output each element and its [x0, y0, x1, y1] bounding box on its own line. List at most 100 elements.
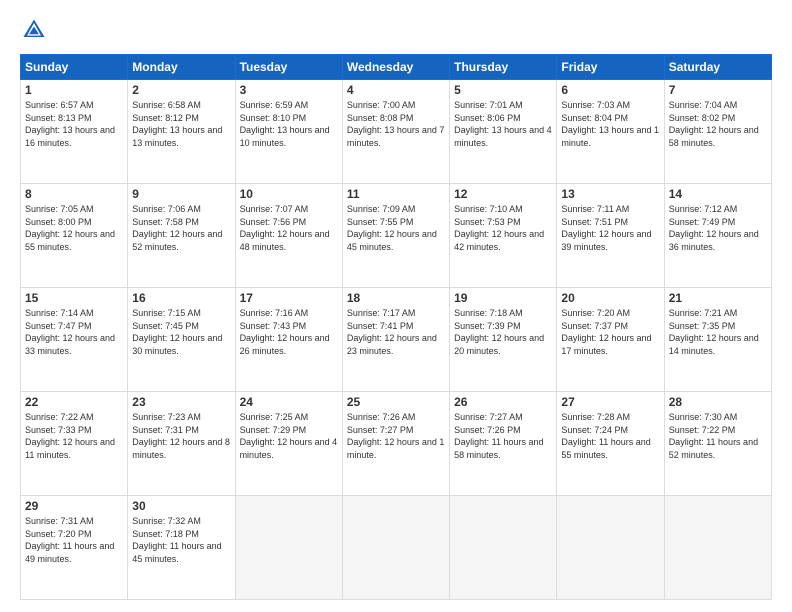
day-number: 25 [347, 395, 445, 409]
calendar-cell: 4 Sunrise: 7:00 AM Sunset: 8:08 PM Dayli… [342, 80, 449, 184]
calendar-cell: 21 Sunrise: 7:21 AM Sunset: 7:35 PM Dayl… [664, 288, 771, 392]
day-info: Sunrise: 7:18 AM Sunset: 7:39 PM Dayligh… [454, 307, 552, 357]
day-number: 29 [25, 499, 123, 513]
calendar-cell: 10 Sunrise: 7:07 AM Sunset: 7:56 PM Dayl… [235, 184, 342, 288]
header-friday: Friday [557, 55, 664, 80]
day-number: 28 [669, 395, 767, 409]
calendar-cell: 8 Sunrise: 7:05 AM Sunset: 8:00 PM Dayli… [21, 184, 128, 288]
calendar-cell: 29 Sunrise: 7:31 AM Sunset: 7:20 PM Dayl… [21, 496, 128, 600]
day-number: 27 [561, 395, 659, 409]
day-number: 13 [561, 187, 659, 201]
calendar-cell: 3 Sunrise: 6:59 AM Sunset: 8:10 PM Dayli… [235, 80, 342, 184]
calendar-table: Sunday Monday Tuesday Wednesday Thursday… [20, 54, 772, 600]
calendar-cell: 25 Sunrise: 7:26 AM Sunset: 7:27 PM Dayl… [342, 392, 449, 496]
calendar-cell: 17 Sunrise: 7:16 AM Sunset: 7:43 PM Dayl… [235, 288, 342, 392]
calendar-cell: 7 Sunrise: 7:04 AM Sunset: 8:02 PM Dayli… [664, 80, 771, 184]
day-number: 9 [132, 187, 230, 201]
day-number: 17 [240, 291, 338, 305]
logo [20, 16, 50, 44]
calendar-cell: 2 Sunrise: 6:58 AM Sunset: 8:12 PM Dayli… [128, 80, 235, 184]
day-info: Sunrise: 7:15 AM Sunset: 7:45 PM Dayligh… [132, 307, 230, 357]
calendar-cell: 24 Sunrise: 7:25 AM Sunset: 7:29 PM Dayl… [235, 392, 342, 496]
day-number: 20 [561, 291, 659, 305]
day-info: Sunrise: 7:27 AM Sunset: 7:26 PM Dayligh… [454, 411, 552, 461]
calendar-cell [235, 496, 342, 600]
calendar-cell: 18 Sunrise: 7:17 AM Sunset: 7:41 PM Dayl… [342, 288, 449, 392]
calendar-cell: 16 Sunrise: 7:15 AM Sunset: 7:45 PM Dayl… [128, 288, 235, 392]
calendar-cell: 15 Sunrise: 7:14 AM Sunset: 7:47 PM Dayl… [21, 288, 128, 392]
header-monday: Monday [128, 55, 235, 80]
day-number: 11 [347, 187, 445, 201]
day-number: 24 [240, 395, 338, 409]
day-info: Sunrise: 7:03 AM Sunset: 8:04 PM Dayligh… [561, 99, 659, 149]
day-info: Sunrise: 7:30 AM Sunset: 7:22 PM Dayligh… [669, 411, 767, 461]
day-info: Sunrise: 7:31 AM Sunset: 7:20 PM Dayligh… [25, 515, 123, 565]
header-sunday: Sunday [21, 55, 128, 80]
day-info: Sunrise: 7:22 AM Sunset: 7:33 PM Dayligh… [25, 411, 123, 461]
weekday-header-row: Sunday Monday Tuesday Wednesday Thursday… [21, 55, 772, 80]
calendar-cell: 19 Sunrise: 7:18 AM Sunset: 7:39 PM Dayl… [450, 288, 557, 392]
calendar-cell: 20 Sunrise: 7:20 AM Sunset: 7:37 PM Dayl… [557, 288, 664, 392]
day-info: Sunrise: 7:01 AM Sunset: 8:06 PM Dayligh… [454, 99, 552, 149]
calendar-cell: 5 Sunrise: 7:01 AM Sunset: 8:06 PM Dayli… [450, 80, 557, 184]
calendar-cell [342, 496, 449, 600]
day-info: Sunrise: 7:14 AM Sunset: 7:47 PM Dayligh… [25, 307, 123, 357]
day-number: 7 [669, 83, 767, 97]
day-info: Sunrise: 7:12 AM Sunset: 7:49 PM Dayligh… [669, 203, 767, 253]
header-tuesday: Tuesday [235, 55, 342, 80]
table-row: 1 Sunrise: 6:57 AM Sunset: 8:13 PM Dayli… [21, 80, 772, 184]
day-info: Sunrise: 7:17 AM Sunset: 7:41 PM Dayligh… [347, 307, 445, 357]
day-info: Sunrise: 7:16 AM Sunset: 7:43 PM Dayligh… [240, 307, 338, 357]
day-number: 3 [240, 83, 338, 97]
calendar-cell [664, 496, 771, 600]
day-number: 1 [25, 83, 123, 97]
calendar-cell: 6 Sunrise: 7:03 AM Sunset: 8:04 PM Dayli… [557, 80, 664, 184]
day-info: Sunrise: 7:21 AM Sunset: 7:35 PM Dayligh… [669, 307, 767, 357]
day-info: Sunrise: 7:25 AM Sunset: 7:29 PM Dayligh… [240, 411, 338, 461]
calendar-cell: 9 Sunrise: 7:06 AM Sunset: 7:58 PM Dayli… [128, 184, 235, 288]
day-info: Sunrise: 7:00 AM Sunset: 8:08 PM Dayligh… [347, 99, 445, 149]
day-info: Sunrise: 6:59 AM Sunset: 8:10 PM Dayligh… [240, 99, 338, 149]
day-info: Sunrise: 7:07 AM Sunset: 7:56 PM Dayligh… [240, 203, 338, 253]
table-row: 15 Sunrise: 7:14 AM Sunset: 7:47 PM Dayl… [21, 288, 772, 392]
day-info: Sunrise: 7:32 AM Sunset: 7:18 PM Dayligh… [132, 515, 230, 565]
day-info: Sunrise: 7:26 AM Sunset: 7:27 PM Dayligh… [347, 411, 445, 461]
day-number: 26 [454, 395, 552, 409]
day-info: Sunrise: 6:57 AM Sunset: 8:13 PM Dayligh… [25, 99, 123, 149]
day-info: Sunrise: 6:58 AM Sunset: 8:12 PM Dayligh… [132, 99, 230, 149]
day-number: 8 [25, 187, 123, 201]
day-number: 2 [132, 83, 230, 97]
page: Sunday Monday Tuesday Wednesday Thursday… [0, 0, 792, 612]
header-thursday: Thursday [450, 55, 557, 80]
header [20, 16, 772, 44]
day-info: Sunrise: 7:23 AM Sunset: 7:31 PM Dayligh… [132, 411, 230, 461]
table-row: 8 Sunrise: 7:05 AM Sunset: 8:00 PM Dayli… [21, 184, 772, 288]
day-info: Sunrise: 7:04 AM Sunset: 8:02 PM Dayligh… [669, 99, 767, 149]
day-number: 21 [669, 291, 767, 305]
calendar-cell: 13 Sunrise: 7:11 AM Sunset: 7:51 PM Dayl… [557, 184, 664, 288]
day-info: Sunrise: 7:06 AM Sunset: 7:58 PM Dayligh… [132, 203, 230, 253]
calendar-cell: 26 Sunrise: 7:27 AM Sunset: 7:26 PM Dayl… [450, 392, 557, 496]
day-info: Sunrise: 7:11 AM Sunset: 7:51 PM Dayligh… [561, 203, 659, 253]
calendar-cell: 14 Sunrise: 7:12 AM Sunset: 7:49 PM Dayl… [664, 184, 771, 288]
day-number: 12 [454, 187, 552, 201]
day-number: 15 [25, 291, 123, 305]
calendar-cell: 1 Sunrise: 6:57 AM Sunset: 8:13 PM Dayli… [21, 80, 128, 184]
day-number: 19 [454, 291, 552, 305]
calendar-cell: 22 Sunrise: 7:22 AM Sunset: 7:33 PM Dayl… [21, 392, 128, 496]
day-number: 6 [561, 83, 659, 97]
day-number: 10 [240, 187, 338, 201]
day-number: 16 [132, 291, 230, 305]
calendar-cell: 27 Sunrise: 7:28 AM Sunset: 7:24 PM Dayl… [557, 392, 664, 496]
day-number: 23 [132, 395, 230, 409]
day-info: Sunrise: 7:28 AM Sunset: 7:24 PM Dayligh… [561, 411, 659, 461]
calendar-cell: 12 Sunrise: 7:10 AM Sunset: 7:53 PM Dayl… [450, 184, 557, 288]
header-saturday: Saturday [664, 55, 771, 80]
day-number: 30 [132, 499, 230, 513]
calendar-cell: 11 Sunrise: 7:09 AM Sunset: 7:55 PM Dayl… [342, 184, 449, 288]
day-info: Sunrise: 7:05 AM Sunset: 8:00 PM Dayligh… [25, 203, 123, 253]
header-wednesday: Wednesday [342, 55, 449, 80]
day-info: Sunrise: 7:20 AM Sunset: 7:37 PM Dayligh… [561, 307, 659, 357]
day-number: 18 [347, 291, 445, 305]
day-info: Sunrise: 7:09 AM Sunset: 7:55 PM Dayligh… [347, 203, 445, 253]
